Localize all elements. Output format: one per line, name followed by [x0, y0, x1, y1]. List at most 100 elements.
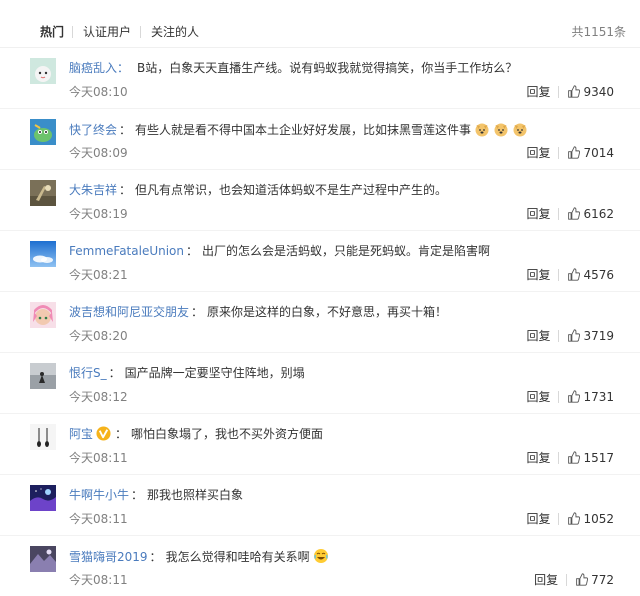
comment-text: 国产品牌一定要坚守住阵地，别塌 [124, 366, 305, 380]
comment-text: 哪怕白象塌了，我也不买外资方便面 [131, 427, 324, 441]
comment-colon: ： [115, 427, 128, 441]
comment-username[interactable]: 阿宝 [69, 427, 93, 441]
comment-text: 有些人就是看不得中国本土企业好好发展，比如抹黑雪莲这件事 [135, 123, 472, 137]
reply-button[interactable]: 回复 [526, 512, 550, 526]
action-divider [558, 147, 560, 159]
comment-total: 共1151条 [571, 25, 626, 39]
like-count: 3719 [583, 329, 614, 343]
tab-verified[interactable]: 认证用户 [83, 24, 131, 40]
reply-button[interactable]: 回复 [526, 451, 550, 465]
comment-actions: 回复 6162 [526, 206, 614, 222]
like-button[interactable]: 3719 [567, 329, 614, 343]
thumbs-up-icon [568, 451, 581, 464]
comment-username[interactable]: 波吉想和阿尼亚交朋友 [69, 305, 189, 319]
like-button[interactable]: 772 [575, 573, 614, 587]
reply-button[interactable]: 回复 [526, 329, 550, 343]
comment-text: 但凡有点常识，也会知道活体蚂蚁不是生产过程中产生的。 [135, 183, 448, 197]
like-button[interactable]: 1052 [567, 512, 614, 526]
tab-divider [72, 26, 73, 38]
comment-username[interactable]: 快了终会 [69, 123, 117, 137]
like-button[interactable]: 1731 [567, 390, 614, 404]
thumbs-up-icon [568, 268, 581, 281]
comment-username[interactable]: 大朱吉祥 [69, 183, 117, 197]
comment-colon: ： [119, 183, 132, 197]
like-button[interactable]: 7014 [567, 146, 614, 160]
comment-item: 雪猫嗨哥2019：我怎么觉得和哇哈有关系啊 今天08:11 回复 772 [0, 536, 640, 596]
avatar[interactable] [30, 485, 56, 511]
avatar[interactable] [30, 241, 56, 267]
comment-colon: ： [108, 366, 121, 380]
comment-text: 我怎么觉得和哇哈有关系啊 [165, 550, 310, 564]
comment-username[interactable]: 牛啊牛小牛 [69, 488, 129, 502]
reply-button[interactable]: 回复 [526, 390, 550, 404]
avatar[interactable] [30, 546, 56, 572]
comment-time: 今天08:11 [69, 573, 128, 587]
comment-actions: 回复 7014 [526, 145, 614, 161]
comment-username[interactable]: 脑癌乱入： [69, 61, 129, 75]
comment-item: 牛啊牛小牛：那我也照样买白象 今天08:11 回复 1052 [0, 475, 640, 536]
action-divider [558, 452, 560, 464]
comment-time: 今天08:11 [69, 451, 128, 465]
thumbs-up-icon [576, 573, 589, 586]
reply-button[interactable]: 回复 [534, 573, 558, 587]
like-count: 9340 [583, 85, 614, 99]
thumbs-up-icon [568, 390, 581, 403]
reply-button[interactable]: 回复 [526, 207, 550, 221]
tab-hot[interactable]: 热门 [40, 24, 64, 40]
comment-time: 今天08:21 [69, 268, 128, 282]
comment-time: 今天08:10 [69, 85, 128, 99]
like-count: 1731 [583, 390, 614, 404]
action-divider [558, 208, 560, 220]
tab-following[interactable]: 关注的人 [151, 24, 199, 40]
comment-time: 今天08:19 [69, 207, 128, 221]
comment-item: FemmeFataleUnion：出厂的怎么会是活蚂蚁，只能是死蚂蚁。肯定是陷害… [0, 231, 640, 292]
doge-emoji-icon [512, 121, 528, 137]
comment-text: 原来你是这样的白象，不好意思，再买十箱！ [207, 305, 448, 319]
comment-panel: 热门 认证用户 关注的人 共1151条 脑癌乱入： B站，白象天天直播生产线。说有… [0, 0, 640, 596]
like-count: 1052 [583, 512, 614, 526]
comment-time: 今天08:09 [69, 146, 128, 160]
like-button[interactable]: 6162 [567, 207, 614, 221]
comment-item: 阿宝 ：哪怕白象塌了，我也不买外资方便面 今天08:11 回复 1517 [0, 414, 640, 475]
avatar[interactable] [30, 119, 56, 145]
comment-actions: 回复 1731 [526, 389, 614, 405]
comment-username[interactable]: FemmeFataleUnion [69, 244, 184, 258]
thumbs-up-icon [568, 146, 581, 159]
action-divider [558, 269, 560, 281]
laughing-emoji-icon [313, 548, 329, 564]
action-divider [558, 86, 560, 98]
comment-colon: ： [131, 488, 144, 502]
avatar[interactable] [30, 302, 56, 328]
comment-text: 出厂的怎么会是活蚂蚁，只能是死蚂蚁。肯定是陷害啊 [202, 244, 491, 258]
action-divider [558, 391, 560, 403]
like-button[interactable]: 1517 [567, 451, 614, 465]
comment-item: 大朱吉祥：但凡有点常识，也会知道活体蚂蚁不是生产过程中产生的。 今天08:19 … [0, 170, 640, 231]
comment-actions: 回复 1517 [526, 450, 614, 466]
comment-time: 今天08:11 [69, 512, 128, 526]
like-count: 772 [591, 573, 614, 587]
avatar[interactable] [30, 180, 56, 206]
doge-emoji-icon [474, 121, 490, 137]
avatar[interactable] [30, 363, 56, 389]
comment-time: 今天08:12 [69, 390, 128, 404]
like-button[interactable]: 4576 [567, 268, 614, 282]
comment-actions: 回复 4576 [526, 267, 614, 283]
comment-text: 那我也照样买白象 [147, 488, 244, 502]
comment-actions: 回复 1052 [526, 511, 614, 527]
comment-colon: ： [191, 305, 204, 319]
comment-username[interactable]: 雪猫嗨哥2019 [69, 550, 148, 564]
like-count: 7014 [583, 146, 614, 160]
comment-username[interactable]: 恨行S_ [69, 366, 107, 380]
thumbs-up-icon [568, 512, 581, 525]
reply-button[interactable]: 回复 [526, 85, 550, 99]
avatar[interactable] [30, 424, 56, 450]
comment-text: B站，白象天天直播生产线。说有蚂蚁我就觉得搞笑，你当手工作坊么？ [137, 61, 518, 75]
comment-item: 波吉想和阿尼亚交朋友：原来你是这样的白象，不好意思，再买十箱！ 今天08:20 … [0, 292, 640, 353]
comment-actions: 回复 9340 [526, 84, 614, 100]
reply-button[interactable]: 回复 [526, 268, 550, 282]
thumbs-up-icon [568, 207, 581, 220]
avatar[interactable] [30, 58, 56, 84]
reply-button[interactable]: 回复 [526, 146, 550, 160]
like-button[interactable]: 9340 [567, 85, 614, 99]
comment-item: 快了终会：有些人就是看不得中国本土企业好好发展，比如抹黑雪莲这件事 今天08:0… [0, 109, 640, 170]
